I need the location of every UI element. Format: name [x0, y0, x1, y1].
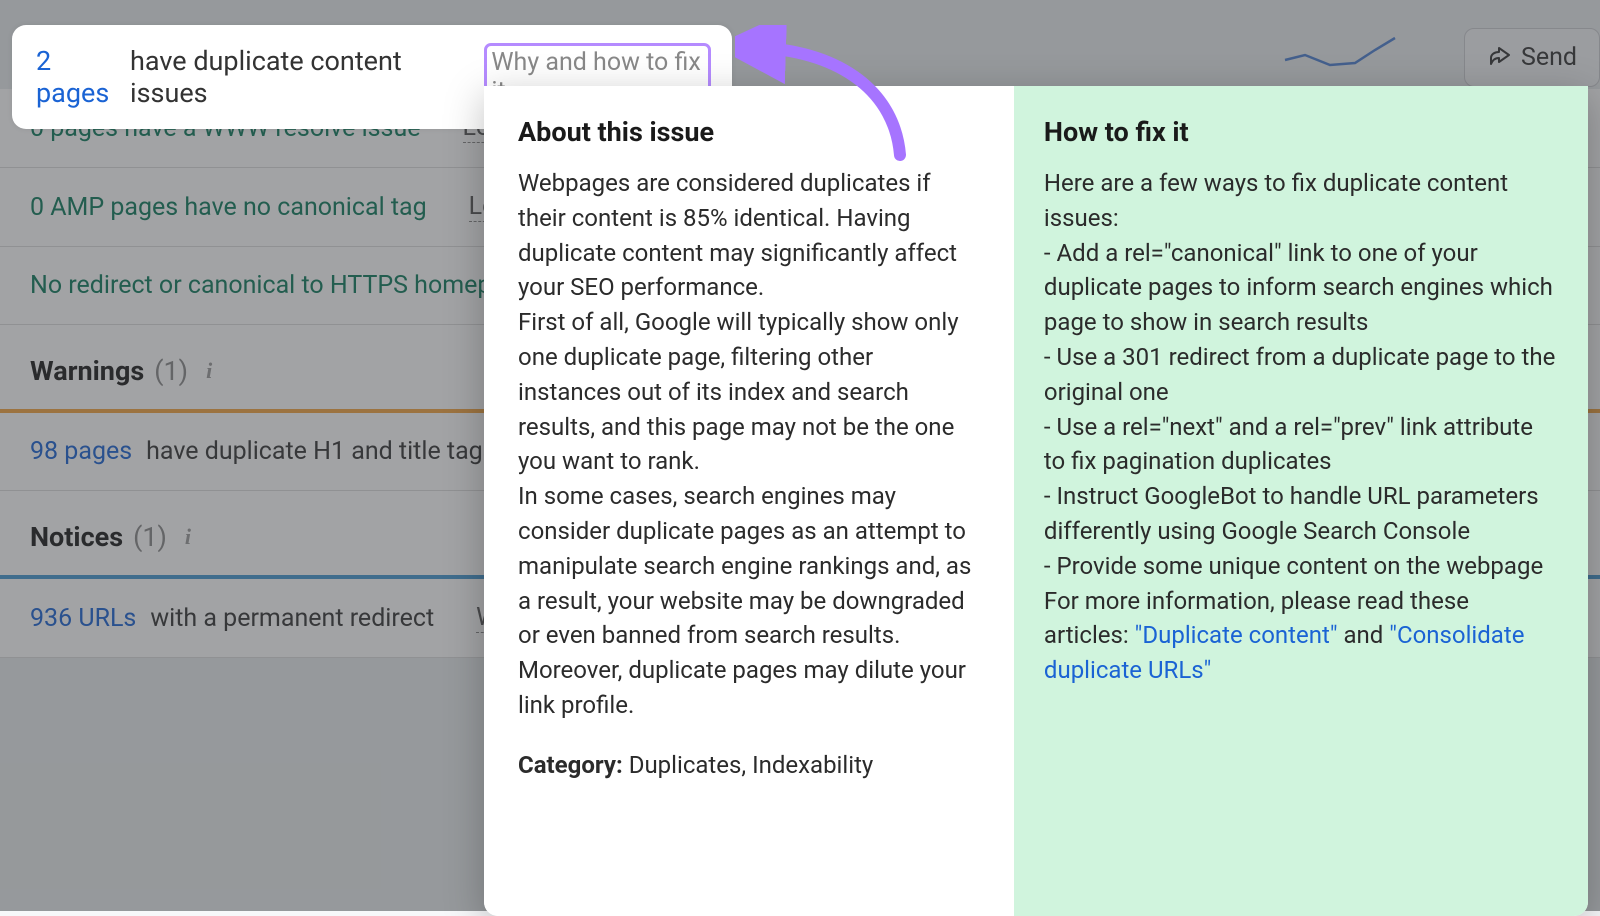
issue-count: 2 pages — [36, 45, 124, 109]
category-value: Duplicates, Indexability — [623, 751, 874, 779]
fix-item: - Use a rel="next" and a rel="prev" link… — [1044, 410, 1558, 480]
fix-heading: How to fix it — [1044, 116, 1558, 148]
fix-item: - Use a 301 redirect from a duplicate pa… — [1044, 340, 1558, 410]
duplicate-content-link[interactable]: "Duplicate content" — [1135, 621, 1338, 649]
fix-item: - Instruct GoogleBot to handle URL param… — [1044, 479, 1558, 549]
fix-and-text: and — [1338, 621, 1390, 649]
about-body: Webpages are considered duplicates if th… — [518, 166, 980, 723]
issue-help-popover: About this issue Webpages are considered… — [484, 86, 1588, 916]
about-panel: About this issue Webpages are considered… — [484, 86, 1014, 916]
fix-intro: Here are a few ways to fix duplicate con… — [1044, 166, 1558, 236]
fix-item: - Add a rel="canonical" link to one of y… — [1044, 236, 1558, 340]
category-label: Category: — [518, 751, 623, 779]
about-heading: About this issue — [518, 116, 980, 148]
fix-more-info: For more information, please read these … — [1044, 584, 1558, 688]
issue-text: have duplicate content issues — [130, 45, 459, 109]
fix-item: - Provide some unique content on the web… — [1044, 549, 1558, 584]
fix-panel: How to fix it Here are a few ways to fix… — [1014, 86, 1588, 916]
issue-category: Category: Duplicates, Indexability — [518, 751, 980, 779]
